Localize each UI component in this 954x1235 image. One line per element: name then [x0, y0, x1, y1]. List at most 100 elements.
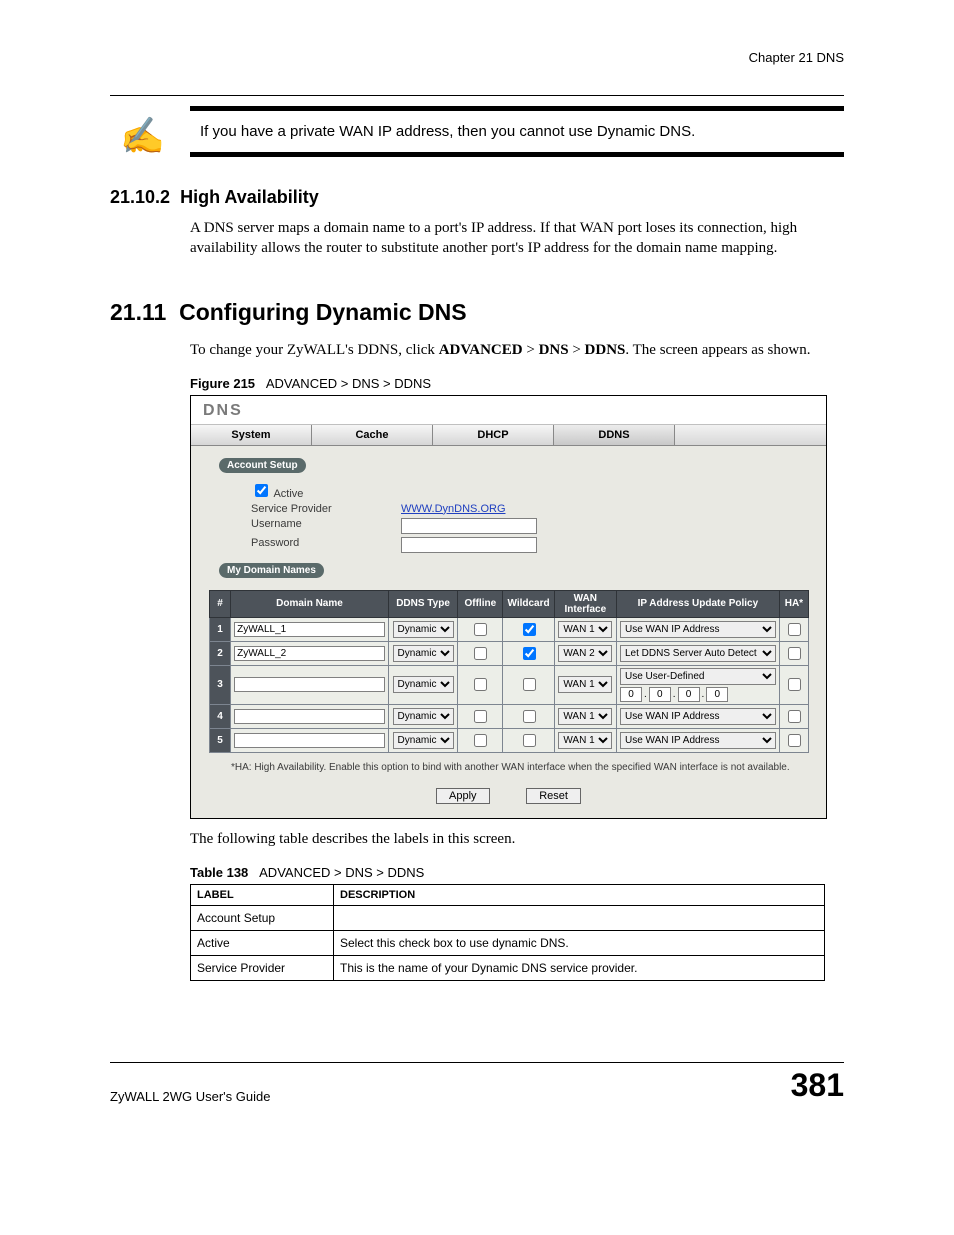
- table-row: Service ProviderThis is the name of your…: [191, 956, 825, 981]
- footer-guide: ZyWALL 2WG User's Guide: [110, 1089, 270, 1104]
- col-wildcard: Wildcard: [503, 590, 554, 617]
- active-checkbox[interactable]: [255, 484, 268, 497]
- username-label: Username: [251, 518, 401, 534]
- service-provider-label: Service Provider: [251, 503, 401, 515]
- offline-checkbox[interactable]: [474, 734, 487, 747]
- ip-octet[interactable]: [678, 687, 700, 702]
- row-index: 5: [210, 728, 231, 752]
- ha-checkbox[interactable]: [788, 734, 801, 747]
- tab-ddns[interactable]: DDNS: [554, 425, 675, 445]
- ddns-type-select[interactable]: Dynamic: [393, 708, 454, 725]
- row-index: 2: [210, 641, 231, 665]
- table-row: 1 Dynamic WAN 1 Use WAN IP Address: [210, 617, 809, 641]
- page-footer: ZyWALL 2WG User's Guide 381: [110, 1062, 844, 1104]
- policy-select[interactable]: Use WAN IP Address: [620, 732, 776, 749]
- chapter-header: Chapter 21 DNS: [110, 50, 844, 65]
- policy-select[interactable]: Let DDNS Server Auto Detect: [620, 645, 776, 662]
- ha-checkbox[interactable]: [788, 710, 801, 723]
- table-row: 5 Dynamic WAN 1 Use WAN IP Address: [210, 728, 809, 752]
- section-21-10-2-heading: 21.10.2 High Availability: [110, 187, 844, 208]
- wildcard-checkbox[interactable]: [523, 623, 536, 636]
- active-label: Active: [273, 488, 303, 500]
- section-21-11-heading: 21.11 Configuring Dynamic DNS: [110, 299, 844, 326]
- row-index: 1: [210, 617, 231, 641]
- domain-name-field[interactable]: [234, 709, 385, 724]
- table-caption: Table 138 ADVANCED > DNS > DDNS: [190, 865, 844, 880]
- offline-checkbox[interactable]: [474, 647, 487, 660]
- reset-button[interactable]: Reset: [526, 788, 581, 804]
- ha-checkbox[interactable]: [788, 647, 801, 660]
- col-type: DDNS Type: [388, 590, 457, 617]
- row-index: 4: [210, 704, 231, 728]
- policy-select[interactable]: Use WAN IP Address: [620, 708, 776, 725]
- domain-name-field[interactable]: [234, 733, 385, 748]
- username-field[interactable]: [401, 518, 537, 534]
- desc-label: Account Setup: [191, 906, 334, 931]
- tab-cache[interactable]: Cache: [312, 425, 433, 445]
- ddns-type-select[interactable]: Dynamic: [393, 621, 454, 638]
- table-row: 2 Dynamic WAN 2 Let DDNS Server Auto Det…: [210, 641, 809, 665]
- wan-select[interactable]: WAN 2: [558, 645, 612, 662]
- ip-octet[interactable]: [649, 687, 671, 702]
- section-title: High Availability: [180, 187, 319, 207]
- desc-head-desc: DESCRIPTION: [334, 885, 825, 906]
- row-index: 3: [210, 665, 231, 704]
- note-text: If you have a private WAN IP address, th…: [200, 123, 695, 140]
- account-setup-bar: Account Setup: [219, 458, 306, 473]
- desc-text: [334, 906, 825, 931]
- ha-checkbox[interactable]: [788, 623, 801, 636]
- tab-system[interactable]: System: [191, 425, 312, 445]
- panel-title: DNS: [191, 396, 826, 425]
- col-offline: Offline: [458, 590, 503, 617]
- ip-octet[interactable]: [706, 687, 728, 702]
- col-ha: HA*: [779, 590, 808, 617]
- domain-name-field[interactable]: [234, 677, 385, 692]
- desc-label: Service Provider: [191, 956, 334, 981]
- wan-select[interactable]: WAN 1: [558, 708, 612, 725]
- offline-checkbox[interactable]: [474, 623, 487, 636]
- col-idx: #: [210, 590, 231, 617]
- password-field[interactable]: [401, 537, 537, 553]
- ddns-type-select[interactable]: Dynamic: [393, 732, 454, 749]
- apply-button[interactable]: Apply: [436, 788, 490, 804]
- domain-name-field[interactable]: [234, 622, 385, 637]
- wildcard-checkbox[interactable]: [523, 678, 536, 691]
- col-name: Domain Name: [231, 590, 389, 617]
- section-title: Configuring Dynamic DNS: [179, 299, 467, 325]
- header-rule: [110, 95, 844, 96]
- my-domain-names-bar: My Domain Names: [219, 563, 324, 578]
- table-row: 4 Dynamic WAN 1 Use WAN IP Address: [210, 704, 809, 728]
- handwriting-icon: ✍: [120, 115, 165, 157]
- tab-dhcp[interactable]: DHCP: [433, 425, 554, 445]
- col-wan: WAN Interface: [554, 590, 616, 617]
- wan-select[interactable]: WAN 1: [558, 732, 612, 749]
- desc-head-label: LABEL: [191, 885, 334, 906]
- wan-select[interactable]: WAN 1: [558, 621, 612, 638]
- ip-octet[interactable]: [620, 687, 642, 702]
- offline-checkbox[interactable]: [474, 678, 487, 691]
- domain-table: # Domain Name DDNS Type Offline Wildcard…: [209, 590, 809, 753]
- table-row: ActiveSelect this check box to use dynam…: [191, 931, 825, 956]
- wan-select[interactable]: WAN 1: [558, 676, 612, 693]
- desc-text: This is the name of your Dynamic DNS ser…: [334, 956, 825, 981]
- password-label: Password: [251, 537, 401, 553]
- tab-bar: System Cache DHCP DDNS: [191, 425, 826, 446]
- col-policy: IP Address Update Policy: [616, 590, 779, 617]
- figure-caption: Figure 215 ADVANCED > DNS > DDNS: [190, 376, 844, 391]
- wildcard-checkbox[interactable]: [523, 647, 536, 660]
- wildcard-checkbox[interactable]: [523, 710, 536, 723]
- policy-select[interactable]: Use WAN IP Address: [620, 621, 776, 638]
- offline-checkbox[interactable]: [474, 710, 487, 723]
- domain-name-field[interactable]: [234, 646, 385, 661]
- policy-select[interactable]: Use User-Defined: [620, 668, 776, 685]
- description-table: LABEL DESCRIPTION Account SetupActiveSel…: [190, 884, 825, 981]
- ddns-type-select[interactable]: Dynamic: [393, 645, 454, 662]
- page-number: 381: [791, 1067, 844, 1104]
- ha-checkbox[interactable]: [788, 678, 801, 691]
- ddns-type-select[interactable]: Dynamic: [393, 676, 454, 693]
- service-provider-link[interactable]: WWW.DynDNS.ORG: [401, 503, 506, 515]
- active-row: Active: [251, 481, 621, 500]
- wildcard-checkbox[interactable]: [523, 734, 536, 747]
- table-row: Account Setup: [191, 906, 825, 931]
- section-number: 21.11: [110, 299, 166, 325]
